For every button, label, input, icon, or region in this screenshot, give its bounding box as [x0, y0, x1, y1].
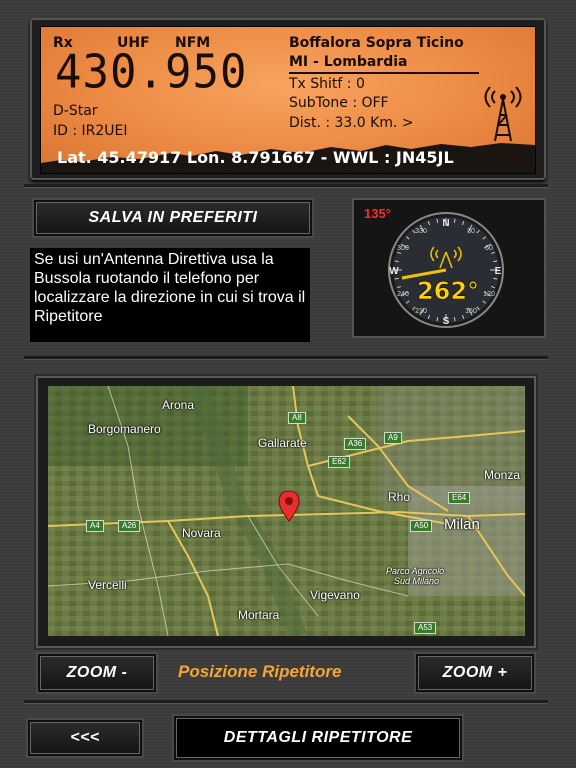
map-area: Sud Milano	[394, 576, 440, 586]
section-divider	[24, 356, 548, 359]
map-city: Borgomanero	[88, 422, 161, 436]
bearing-readout: 262°	[417, 277, 479, 305]
satellite-map[interactable]: Arona Borgomanero Gallarate Monza Rho Mi…	[48, 386, 525, 636]
zoom-in-button[interactable]: ZOOM +	[416, 654, 534, 692]
digital-mode: D-Star	[53, 103, 98, 119]
tick-30: 30	[467, 228, 475, 235]
compass-widget: N E S W 30 60 120 150 210 240 300 330 26…	[368, 210, 524, 328]
distance-link[interactable]: Dist. : 33.0 Km. >	[289, 115, 414, 131]
compass-west: W	[389, 266, 399, 277]
tick-150: 150	[465, 308, 477, 315]
road-shield: A9	[384, 432, 402, 444]
map-pin-icon[interactable]	[278, 490, 300, 527]
back-button[interactable]: <<<	[28, 720, 142, 756]
map-city: Vercelli	[88, 578, 127, 592]
road-shield: A8	[288, 412, 306, 424]
radio-tower-icon	[481, 83, 525, 148]
map-city: Rho	[388, 490, 411, 504]
repeater-id: ID : IR2UEI	[53, 123, 128, 139]
location-region: MI - Lombardia	[289, 54, 408, 70]
road-shield: E62	[328, 456, 351, 468]
map-city: Vigevano	[310, 588, 360, 602]
road-shield: E64	[448, 492, 471, 504]
map-city: Monza	[484, 468, 521, 482]
tick-60: 60	[485, 245, 493, 252]
road-shield: A4	[86, 520, 104, 532]
save-favorites-button[interactable]: SALVA IN PREFERITI	[34, 200, 312, 236]
tick-210: 210	[415, 308, 427, 315]
map-city: Arona	[162, 398, 195, 412]
road-shield: A26	[118, 520, 141, 532]
tx-shift: Tx Shitf : 0	[289, 76, 365, 92]
compass-east: E	[495, 266, 502, 277]
map-city: Mortara	[238, 608, 280, 622]
section-divider	[24, 184, 548, 187]
zoom-out-button[interactable]: ZOOM -	[38, 654, 156, 692]
frequency-display: 430.950	[55, 45, 248, 100]
repeater-display: Rx UHF NFM 430.950 D-Star ID : IR2UEI Bo…	[40, 26, 536, 174]
tick-330: 330	[415, 228, 427, 235]
coordinates-line: Lat. 45.47917 Lon. 8.791667 - WWL : JN45…	[57, 148, 454, 167]
road-shield: A50	[410, 520, 433, 532]
subtone: SubTone : OFF	[289, 95, 389, 111]
map-city: Novara	[182, 526, 221, 540]
compass-south: S	[443, 316, 450, 327]
map-caption: Posizione Ripetitore	[178, 662, 342, 681]
tick-240: 240	[397, 291, 409, 298]
tick-300: 300	[397, 245, 409, 252]
tick-120: 120	[483, 291, 495, 298]
compass-instructions: Se usi un'Antenna Direttiva usa la Busso…	[30, 248, 310, 342]
map-city: Milan	[444, 516, 480, 533]
location-city: Boffalora Sopra Ticino	[289, 35, 464, 51]
compass-north: N	[442, 218, 449, 229]
repeater-details-button[interactable]: DETTAGLI RIPETITORE	[174, 716, 462, 760]
road-shield: A53	[414, 622, 437, 634]
map-area: Parco Agricolo	[386, 566, 445, 576]
road-shield: A36	[344, 438, 367, 450]
map-city: Gallarate	[258, 436, 307, 450]
section-divider	[24, 700, 548, 703]
